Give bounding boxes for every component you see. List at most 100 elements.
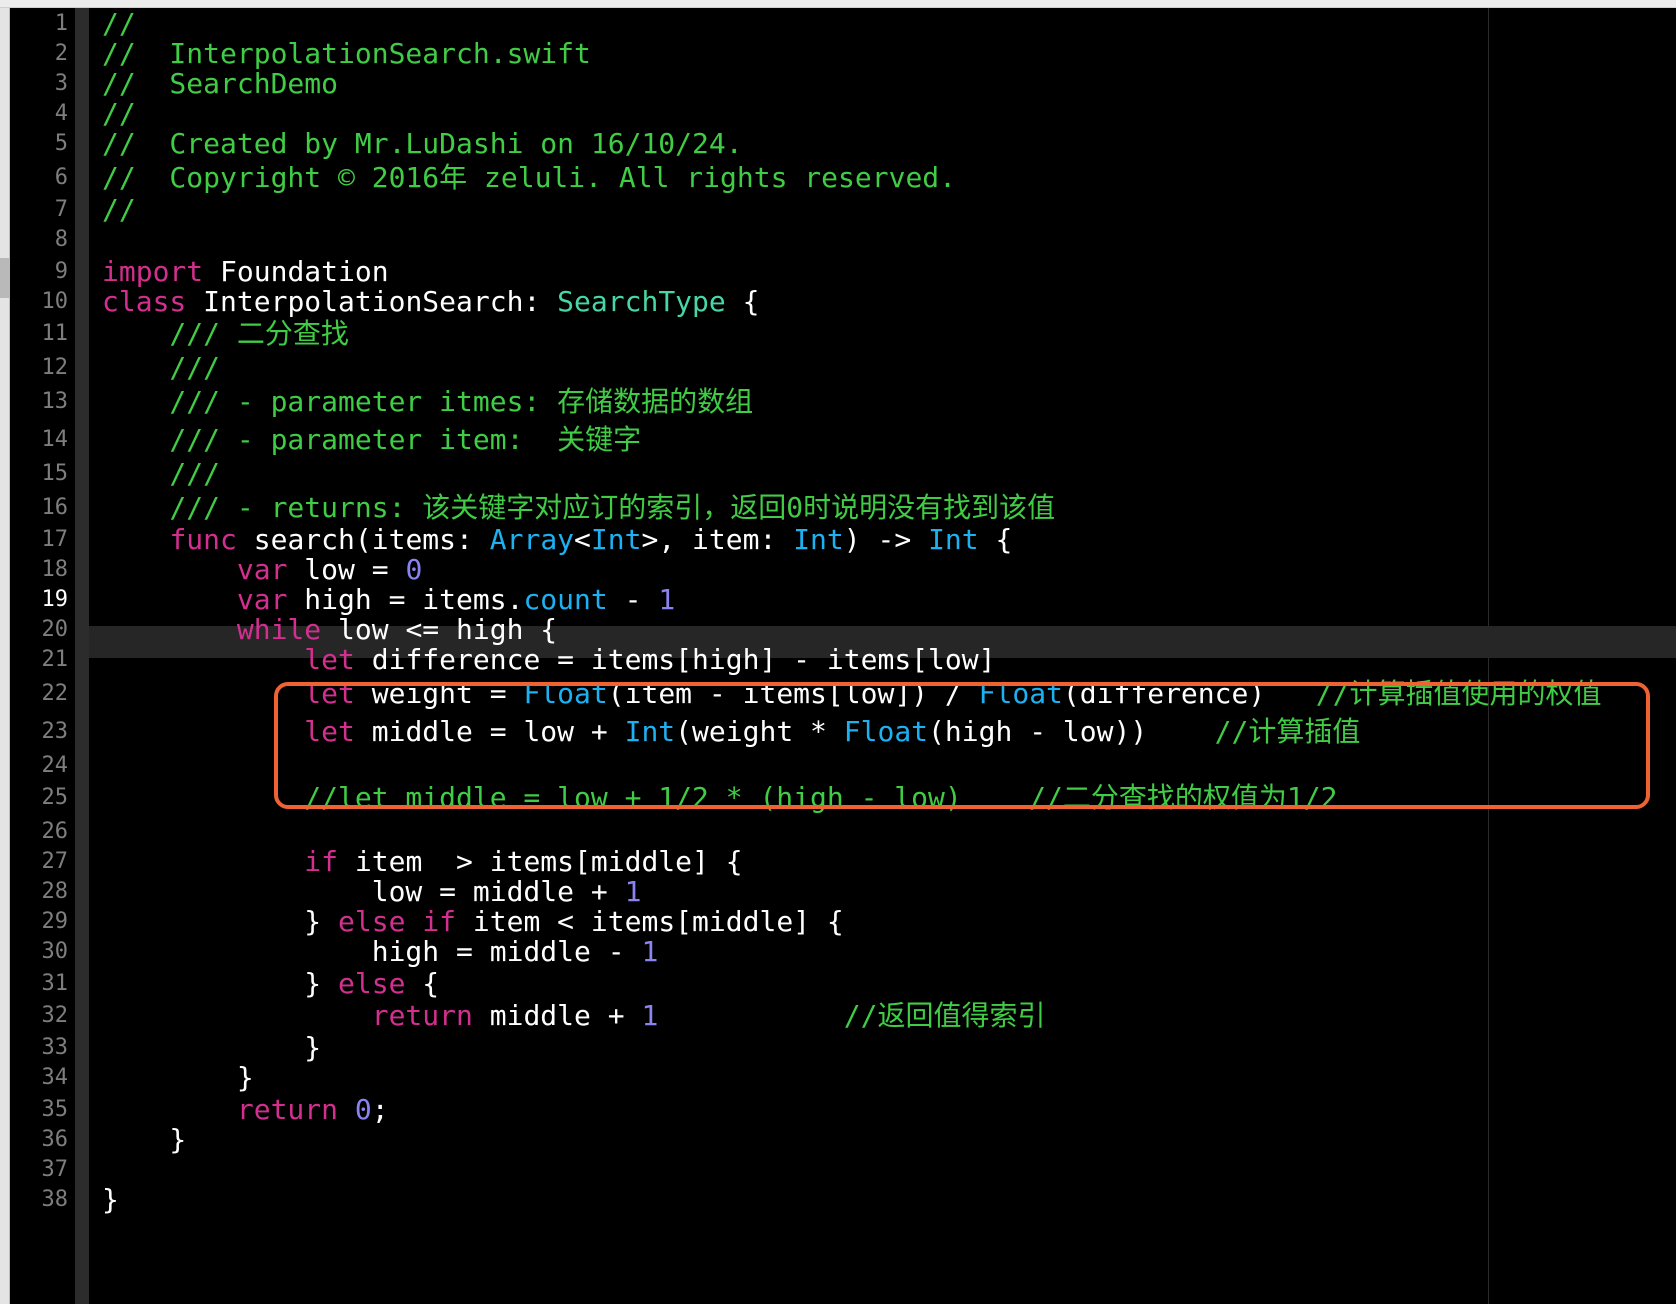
code-token-keyword: var [236,583,288,616]
code-text[interactable]: // Created by Mr.LuDashi on 16/10/24. [102,128,743,160]
code-text[interactable]: } else { [102,968,439,1000]
code-text[interactable]: return 0; [102,1094,389,1126]
code-line[interactable]: 16 /// - returns: 该关键字对应订的索引，返回0时说明没有找到该… [0,492,1676,524]
code-line[interactable]: 7 // [0,194,1676,226]
code-token-type: Int [624,715,676,748]
code-text[interactable]: // SearchDemo [102,68,338,100]
code-text[interactable]: return middle + 1 //返回值得索引 [102,999,1046,1032]
code-text[interactable]: if item > items[middle] { [102,846,742,878]
code-text[interactable]: } [102,1062,254,1094]
code-text[interactable]: // InterpolationSearch.swift [102,38,591,70]
line-number: 8 [54,227,68,252]
code-line[interactable]: 5 // Created by Mr.LuDashi on 16/10/24. [0,128,1676,160]
code-line[interactable]: 8 [0,224,1676,256]
code-line[interactable]: 34 } [0,1062,1676,1094]
code-token-number: 1 [624,875,642,908]
code-line[interactable]: 21 let difference = items[high] - items[… [0,644,1676,676]
code-line[interactable]: 37 [0,1154,1676,1186]
code-line[interactable]: 36 } [0,1124,1676,1156]
code-line[interactable]: 18 var low = 0 [0,554,1676,586]
code-text[interactable]: low = middle + 1 [102,875,642,908]
code-text[interactable]: } [102,1124,186,1156]
code-text[interactable]: /// - returns: 该关键字对应订的索引，返回0时说明没有找到该值 [102,492,1055,524]
code-line[interactable]: 9 import Foundation [0,256,1676,288]
code-token-plain: < [574,523,591,556]
code-text[interactable]: let middle = low + Int(weight * Float(hi… [102,716,1360,748]
line-number: 28 [41,879,69,904]
code-text[interactable]: /// - parameter itmes: 存储数据的数组 [102,386,753,418]
code-line[interactable]: 25 //let middle = low + 1/2 * (high - lo… [0,782,1676,814]
code-text[interactable]: /// [102,352,220,384]
code-token-type: Int [590,523,642,556]
code-token-plain: item < items[middle] { [456,905,844,938]
line-number: 17 [41,527,69,552]
code-token-plain: } [102,1183,119,1216]
code-line[interactable]: 31 } else { [0,968,1676,1000]
code-text[interactable]: // [102,98,136,130]
code-text[interactable]: high = middle - 1 [102,936,659,968]
code-text[interactable]: class InterpolationSearch: SearchType { [102,286,759,318]
code-line[interactable]: 17 func search(items: Array<Int>, item: … [0,524,1676,556]
code-text[interactable]: // [102,8,136,40]
code-line[interactable]: 14 /// - parameter item: 关键字 [0,424,1676,456]
line-number: 11 [41,321,69,346]
code-line[interactable]: 12 /// [0,352,1676,384]
code-line[interactable]: 38} [0,1184,1676,1216]
code-text[interactable]: //let middle = low + 1/2 * (high - low) … [102,782,1337,814]
code-line[interactable]: 4 // [0,98,1676,130]
code-text[interactable]: while low <= high { [102,614,557,646]
code-token-proto: SearchType [557,285,726,318]
code-line[interactable]: 10 class InterpolationSearch: SearchType … [0,286,1676,318]
code-line[interactable]: 15 /// [0,458,1676,490]
code-editor[interactable]: 1 // 2 // InterpolationSearch.swift 3 // Sear… [0,0,1676,1304]
code-line[interactable]: 28 low = middle + 1 [0,876,1676,908]
code-text[interactable]: var high = items.count - 1 [102,584,675,616]
code-text[interactable]: /// [102,458,220,490]
code-line[interactable]: 32 return middle + 1 //返回值得索引 [0,1000,1676,1032]
code-text[interactable]: let weight = Float(item - items[low]) / … [102,677,1601,710]
code-text[interactable]: import Foundation [102,256,389,288]
code-token-comment: /// - parameter item: 关键字 [102,423,642,456]
code-token-comment: // Created by Mr.LuDashi on 16/10/24. [102,127,743,160]
line-number: 19 [41,587,69,612]
code-token-comment: // [102,193,136,226]
code-text[interactable]: /// - parameter item: 关键字 [102,424,641,456]
code-text[interactable]: /// 二分查找 [102,318,348,350]
code-line[interactable]: 13 /// - parameter itmes: 存储数据的数组 [0,386,1676,418]
code-line[interactable]: 1 // [0,8,1676,40]
code-token-plain: middle + [472,999,642,1032]
code-token-number: 0 [354,1093,372,1126]
code-text[interactable]: // Copyright © 2016年 zeluli. All rights … [102,162,956,194]
line-number: 16 [41,495,69,520]
code-text[interactable]: } [102,1032,321,1064]
code-token-keyword: else [338,905,406,938]
code-line[interactable]: 29 } else if item < items[middle] { [0,906,1676,938]
code-token-comment: // InterpolationSearch.swift [102,37,591,70]
code-line[interactable]: 24 [0,750,1676,782]
code-text[interactable]: var low = 0 [102,554,422,586]
code-token-plain: >, item: [641,523,794,556]
code-text[interactable]: } [102,1184,119,1216]
code-line[interactable]: 6 // Copyright © 2016年 zeluli. All rights… [0,162,1676,194]
code-text[interactable]: func search(items: Array<Int>, item: Int… [102,524,1012,556]
code-line[interactable]: 19 var high = items.count - 1 [0,584,1676,616]
code-line[interactable]: 23 let middle = low + Int(weight * Float… [0,716,1676,748]
code-line[interactable]: 20 while low <= high { [0,614,1676,646]
code-line[interactable]: 3 // SearchDemo [0,68,1676,100]
code-line[interactable]: 26 [0,816,1676,848]
code-line[interactable]: 22 let weight = Float(item - items[low])… [0,678,1676,710]
code-line[interactable]: 27 if item > items[middle] { [0,846,1676,878]
code-line[interactable]: 35 return 0; [0,1094,1676,1126]
code-text[interactable]: let difference = items[high] - items[low… [102,644,995,676]
code-text[interactable]: } else if item < items[middle] { [102,905,844,938]
code-line[interactable]: 33 } [0,1032,1676,1064]
code-line[interactable]: 2 // InterpolationSearch.swift [0,38,1676,70]
code-token-comment: //返回值得索引 [843,999,1046,1032]
code-line[interactable]: 11 /// 二分查找 [0,318,1676,350]
code-text[interactable]: // [102,194,136,226]
code-line[interactable]: 30 high = middle - 1 [0,936,1676,968]
